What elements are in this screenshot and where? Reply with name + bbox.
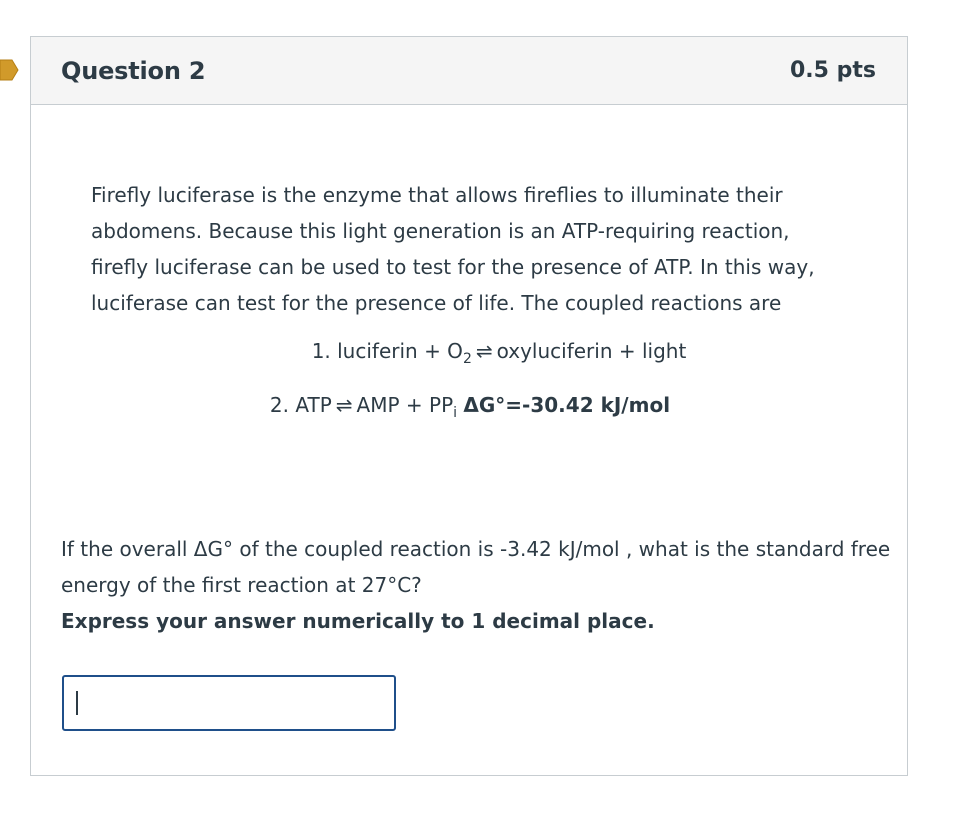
equilibrium-arrow-icon: ⇌ <box>475 339 493 363</box>
reaction-1-prefix: 1. luciferin + O <box>311 339 463 363</box>
text-cursor <box>76 691 78 715</box>
question-prompt: If the overall ΔG° of the coupled reacti… <box>61 531 891 639</box>
reaction-2: 2. ATP ⇌ AMP + PPi ΔG°=-30.42 kJ/mol <box>31 393 909 421</box>
reaction-1-suffix: oxyluciferin + light <box>496 339 687 363</box>
intro-text: Firefly luciferase is the enzyme that al… <box>91 183 815 315</box>
reaction-1-subscript: 2 <box>462 351 472 367</box>
reaction-1: 1. luciferin + O2 ⇌ oxyluciferin + light <box>31 339 909 367</box>
reaction-2-delta-g: ΔG°=-30.42 kJ/mol <box>463 393 671 417</box>
reaction-2-subscript: i <box>453 405 458 421</box>
answer-instruction: Express your answer numerically to 1 dec… <box>61 609 655 633</box>
reaction-2-prefix: 2. ATP <box>269 393 332 417</box>
reaction-2-mid: AMP + PP <box>356 393 454 417</box>
equilibrium-arrow-icon: ⇌ <box>335 393 353 417</box>
question-card: Question 2 0.5 pts Firefly luciferase is… <box>30 36 908 776</box>
question-prompt-text: If the overall ΔG° of the coupled reacti… <box>61 537 891 597</box>
question-title: Question 2 <box>61 56 206 85</box>
question-points: 0.5 pts <box>790 58 876 83</box>
answer-input[interactable] <box>62 675 396 731</box>
question-header: Question 2 0.5 pts <box>31 37 907 105</box>
